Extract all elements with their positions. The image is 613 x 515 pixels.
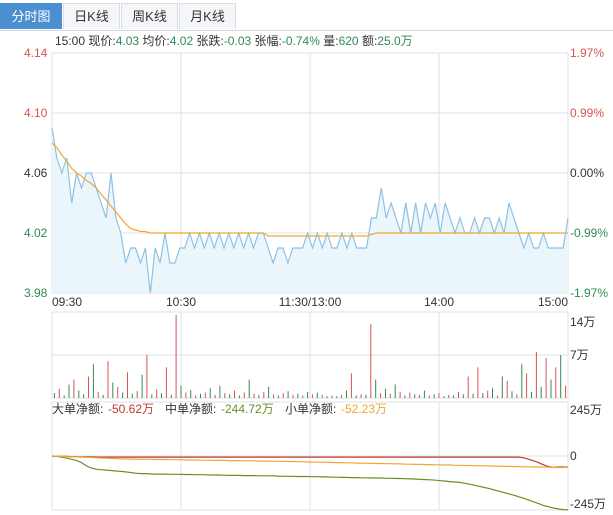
flow-legend-value: -244.72万 [221,402,274,416]
time-tick-label: 14:00 [424,295,454,309]
pct-tick-label: 0.00% [570,166,604,180]
flow-tick-label: 245万 [570,403,602,417]
flow-legend-label: 中单净额: [165,401,216,416]
volume-tick-label: 14万 [570,315,595,329]
pct-tick-label: -0.99% [570,226,608,240]
flow-legend-value: -50.62万 [108,402,154,416]
price-tick-label: 4.06 [24,166,48,180]
price-tick-label: 4.14 [24,46,48,60]
flow-tick-label: 0 [570,449,577,463]
pct-tick-label: 0.99% [570,106,604,120]
intraday-chart: 4.14 1.97% 4.10 0.99% 4.06 0.00% 4.02 -0.99% 3.9… [24,46,608,511]
price-tick-label: 4.10 [24,106,48,120]
flow-tick-label: -245万 [570,497,606,511]
price-tick-label: 3.98 [24,286,48,300]
time-tick-label: 10:30 [166,295,196,309]
price-tick-label: 4.02 [24,226,48,240]
time-tick-label: 09:30 [52,295,82,309]
flow-legend-value: -52.23万 [341,402,387,416]
pct-tick-label: 1.97% [570,46,604,60]
flow-legend-label: 大单净额: [52,402,103,416]
flow-legend-label: 小单净额: [285,402,336,416]
time-tick-label: 11:30/13:00 [279,295,342,309]
time-tick-label: 15:00 [538,295,568,309]
pct-tick-label: -1.97% [570,286,608,300]
volume-tick-label: 7万 [570,348,589,362]
